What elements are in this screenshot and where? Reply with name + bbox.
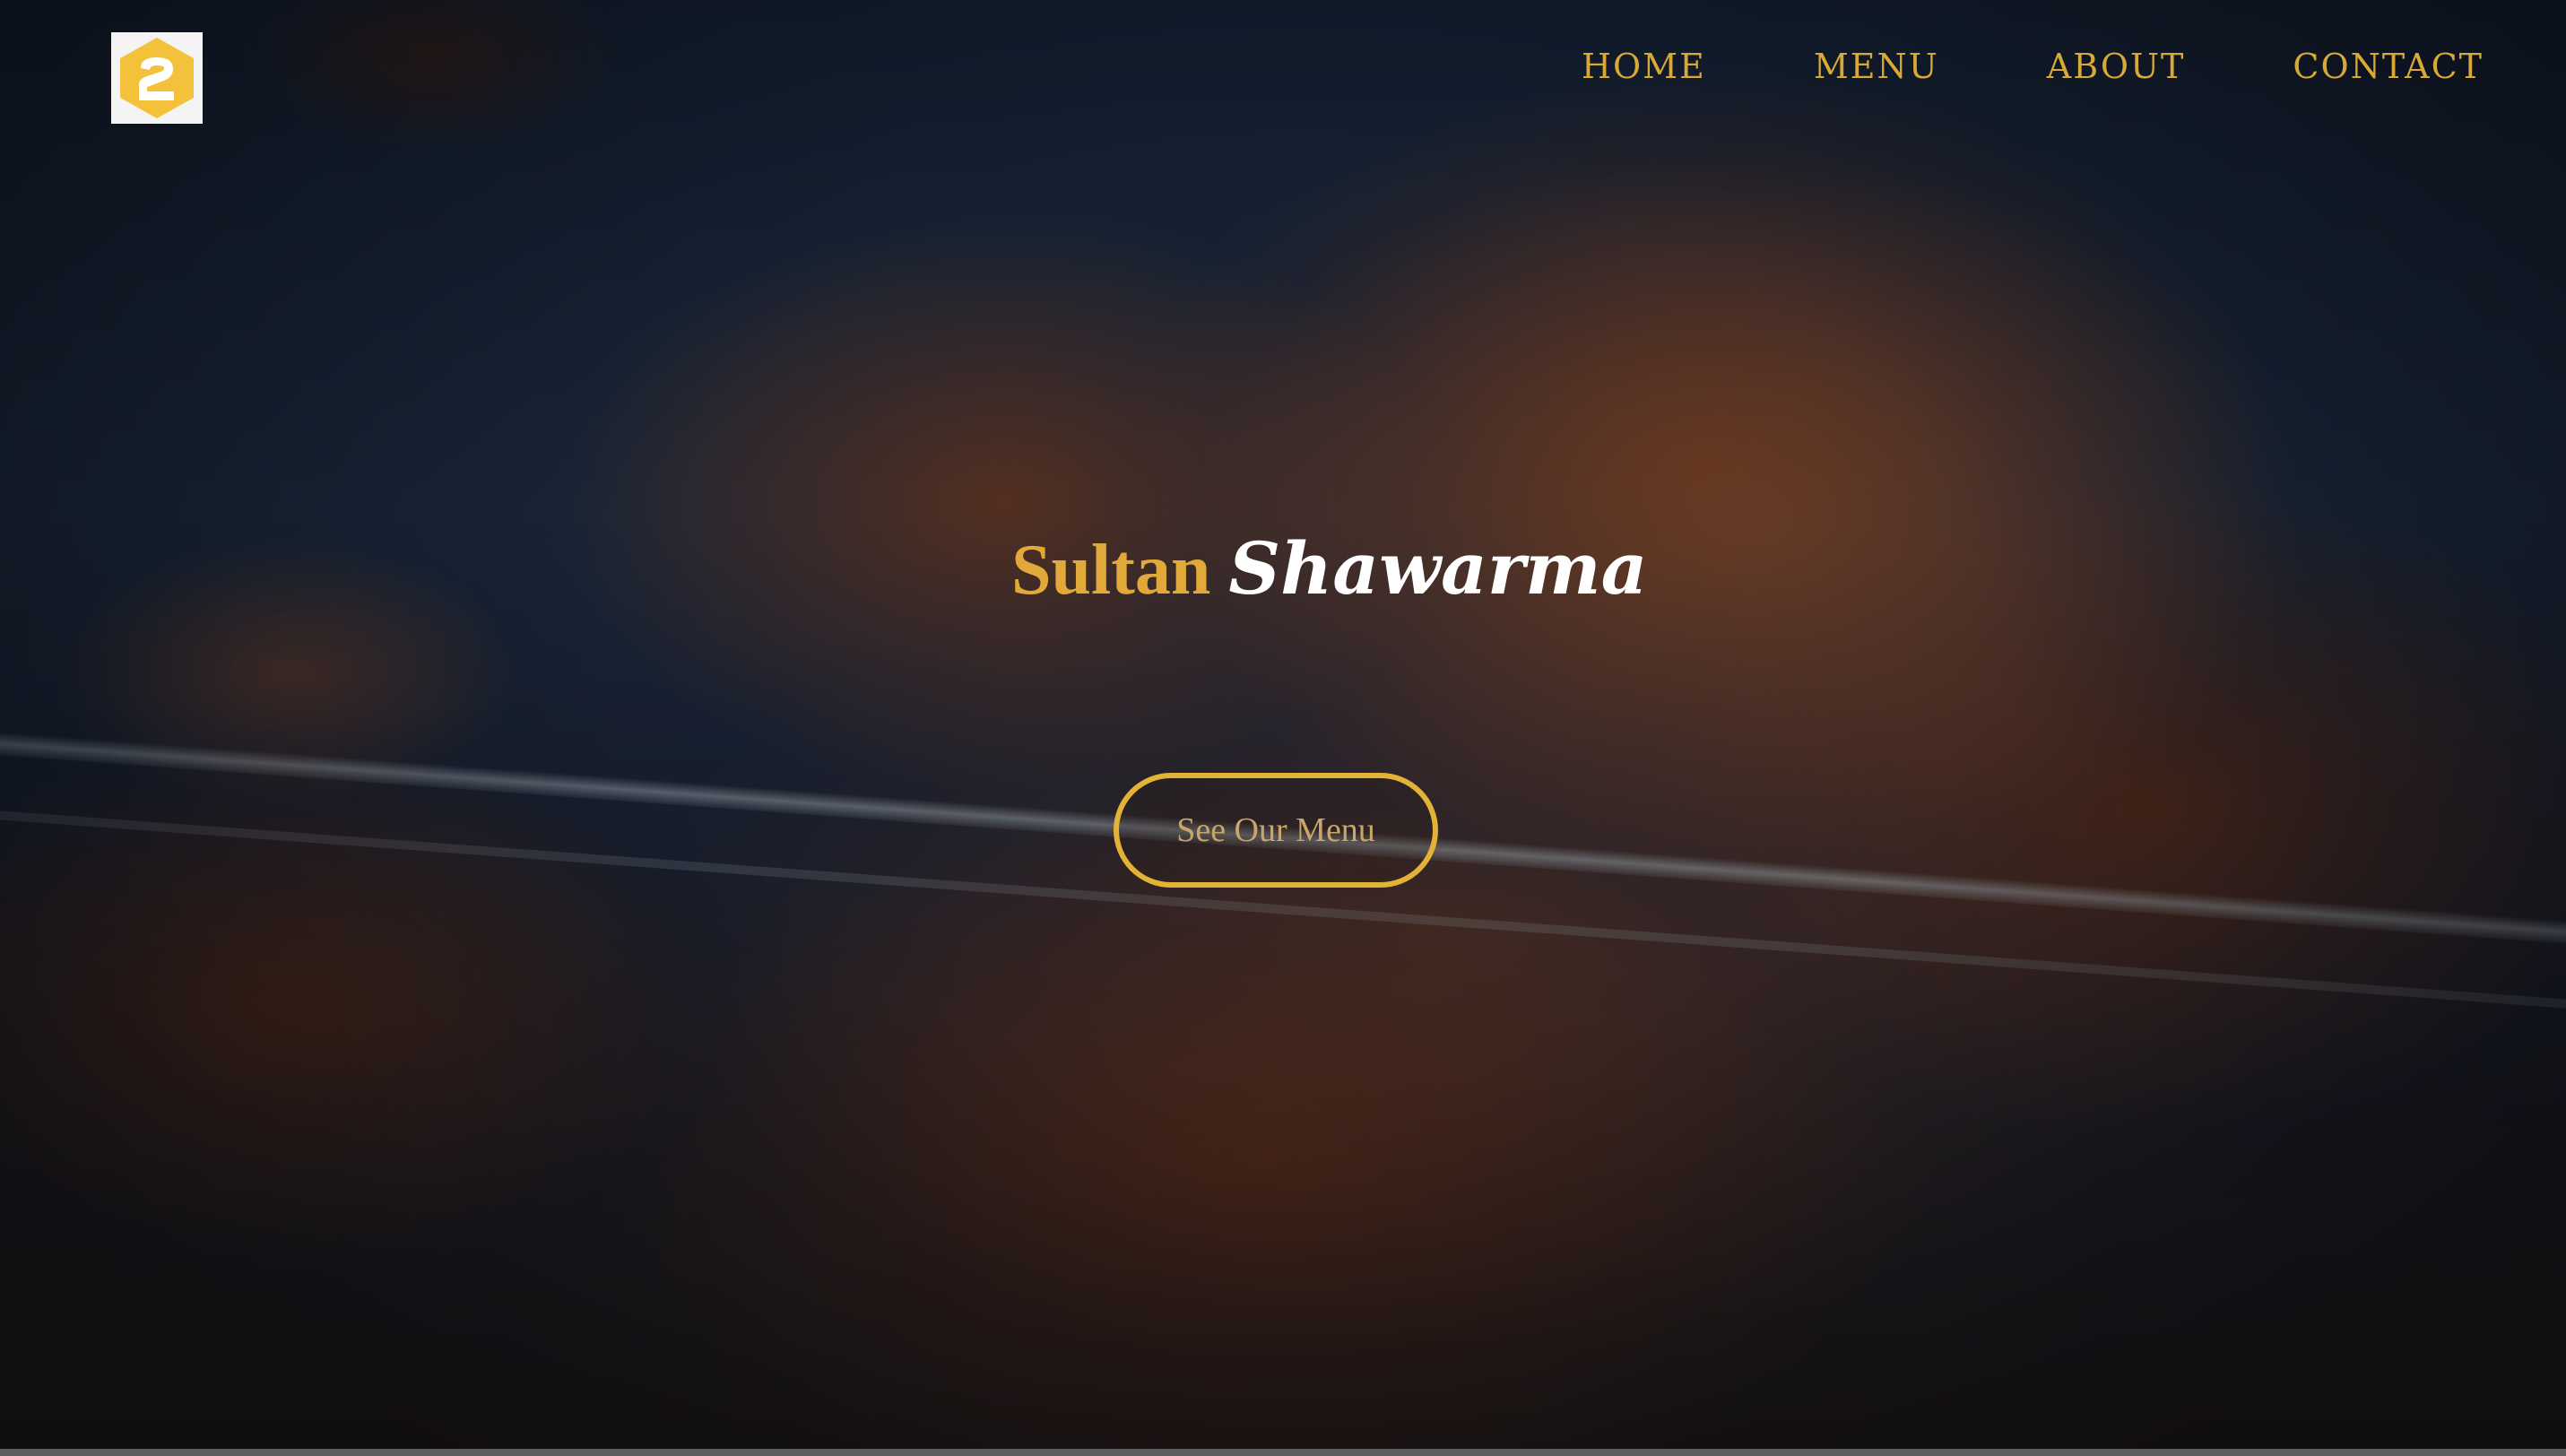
hero-title: Sultan Shawarma [1011,533,1647,606]
logo-link[interactable] [111,32,203,124]
see-our-menu-button[interactable]: See Our Menu [1114,773,1438,888]
dim-overlay [0,0,2566,1456]
hero-background [0,0,2566,1456]
nav-item-contact[interactable]: CONTACT [2293,47,2484,86]
nav-item-about[interactable]: ABOUT [2047,47,2186,86]
bottom-edge-bar [0,1449,2566,1456]
main-nav: HOME MENU ABOUT CONTACT [1474,47,2484,86]
hero-title-shawarma: Shawarma [1228,526,1648,611]
hexagon-2-logo-icon [120,38,194,118]
nav-item-home[interactable]: HOME [1582,47,1706,86]
nav-item-menu[interactable]: MENU [1814,47,1939,86]
hero-title-sultan: Sultan [1011,531,1211,610]
